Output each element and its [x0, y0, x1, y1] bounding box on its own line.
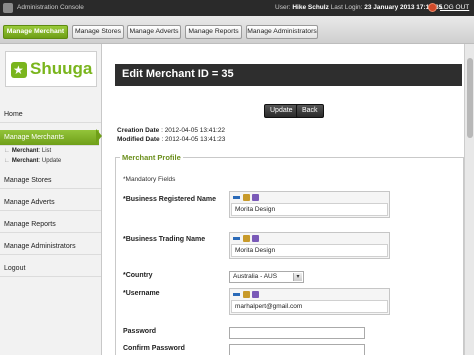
top-bar: Administration Console User: Hike Schulz… — [0, 0, 474, 16]
tab-manage-administrators[interactable]: Manage Administrators — [246, 25, 318, 39]
image-icon[interactable] — [252, 235, 259, 242]
tab-bar: Manage Merchant Manage Stores Manage Adv… — [0, 16, 474, 44]
scrollbar-thumb[interactable] — [467, 58, 473, 138]
star-logo-icon — [11, 62, 27, 78]
logo-text: Shuuga — [30, 59, 93, 78]
password-label: Password — [123, 328, 157, 335]
tab-manage-reports[interactable]: Manage Reports — [185, 25, 242, 39]
sidebar-item-manage-reports[interactable]: Manage Reports — [0, 217, 101, 233]
subitem-rest: : List — [38, 148, 52, 154]
chevron-down-icon[interactable]: ▾ — [293, 273, 302, 281]
country-label: *Country — [123, 272, 153, 279]
tab-manage-stores[interactable]: Manage Stores — [72, 25, 124, 39]
confirm-password-input[interactable] — [229, 344, 365, 355]
logout-link[interactable]: LOG OUT — [440, 4, 469, 11]
username-editor: marhalpert@gmail.com — [229, 288, 390, 315]
merchant-profile-section: Merchant Profile *Mandatory Fields *Busi… — [115, 153, 464, 355]
logo: Shuuga — [5, 51, 97, 87]
sidebar-subitem-merchant-update[interactable]: ∟ Merchant: Update — [0, 156, 101, 166]
creation-date: Creation Date : 2012-04-05 13:41:22 — [117, 127, 225, 134]
image-icon[interactable] — [252, 194, 259, 201]
logout-icon[interactable] — [428, 3, 437, 12]
section-title: Merchant Profile — [120, 153, 183, 162]
sidebar: Shuuga Home Manage Merchants ∟Merchant: … — [0, 44, 102, 355]
page-header: Edit Merchant ID = 35 — [115, 64, 462, 86]
modified-date-label: Modified Date — [117, 136, 160, 143]
sidebar-item-home[interactable]: Home — [0, 107, 101, 123]
tab-manage-merchant[interactable]: Manage Merchant — [3, 25, 68, 39]
subitem-bold: Merchant — [11, 148, 39, 154]
country-value: Australia - AUS — [233, 273, 278, 280]
spellcheck-icon[interactable] — [233, 196, 240, 199]
business-trading-name-field[interactable]: Morita Design — [231, 244, 388, 257]
sidebar-item-manage-administrators[interactable]: Manage Administrators — [0, 239, 101, 255]
business-registered-name-field[interactable]: Morita Design — [231, 203, 388, 216]
business-registered-name-label: *Business Registered Name — [123, 196, 216, 203]
creation-date-value: : 2012-04-05 13:41:22 — [161, 127, 226, 134]
username-field[interactable]: marhalpert@gmail.com — [231, 300, 388, 313]
sidebar-item-manage-stores[interactable]: Manage Stores — [0, 173, 101, 189]
business-trading-name-label: *Business Trading Name — [123, 236, 206, 243]
paste-icon[interactable] — [243, 194, 250, 201]
bullet-icon: ∟ — [4, 148, 10, 154]
app-icon — [3, 3, 13, 13]
vertical-scrollbar[interactable] — [464, 44, 474, 355]
back-button[interactable]: Back — [296, 104, 324, 118]
user-label: User: — [275, 4, 291, 11]
modified-date: Modified Date : 2012-04-05 13:41:23 — [117, 136, 225, 143]
bullet-icon: ∟ — [4, 158, 10, 164]
app-title: Administration Console — [17, 4, 84, 11]
page-title: Edit Merchant ID = 35 — [122, 68, 234, 80]
username-label: *Username — [123, 290, 160, 297]
creation-date-label: Creation Date — [117, 127, 160, 134]
user-info: User: Hike Schulz Last Login: 23 January… — [275, 4, 442, 11]
spellcheck-icon[interactable] — [233, 237, 240, 240]
sidebar-item-manage-merchants[interactable]: Manage Merchants — [0, 130, 99, 146]
mandatory-note: *Mandatory Fields — [123, 176, 176, 183]
sidebar-item-manage-adverts[interactable]: Manage Adverts — [0, 195, 101, 211]
sidebar-item-logout[interactable]: Logout — [0, 261, 101, 277]
user-name: Hike Schulz — [292, 4, 329, 11]
paste-icon[interactable] — [243, 291, 250, 298]
main-content: Edit Merchant ID = 35 Update Back Creati… — [102, 44, 474, 355]
country-select[interactable]: Australia - AUS ▾ — [229, 271, 304, 283]
image-icon[interactable] — [252, 291, 259, 298]
business-trading-name-editor: Morita Design — [229, 232, 390, 259]
tab-manage-adverts[interactable]: Manage Adverts — [127, 25, 181, 39]
update-button[interactable]: Update — [264, 104, 299, 118]
subitem-bold: Merchant — [11, 158, 39, 164]
last-login-label: Last Login: — [330, 4, 363, 11]
confirm-password-label: Confirm Password — [123, 345, 185, 352]
password-input[interactable] — [229, 327, 365, 339]
paste-icon[interactable] — [243, 235, 250, 242]
business-registered-name-editor: Morita Design — [229, 191, 390, 218]
spellcheck-icon[interactable] — [233, 293, 240, 296]
sidebar-subitem-merchant-list[interactable]: ∟ Merchant: List — [0, 146, 101, 156]
subitem-rest: : Update — [38, 158, 62, 164]
modified-date-value: : 2012-04-05 13:41:23 — [161, 136, 226, 143]
